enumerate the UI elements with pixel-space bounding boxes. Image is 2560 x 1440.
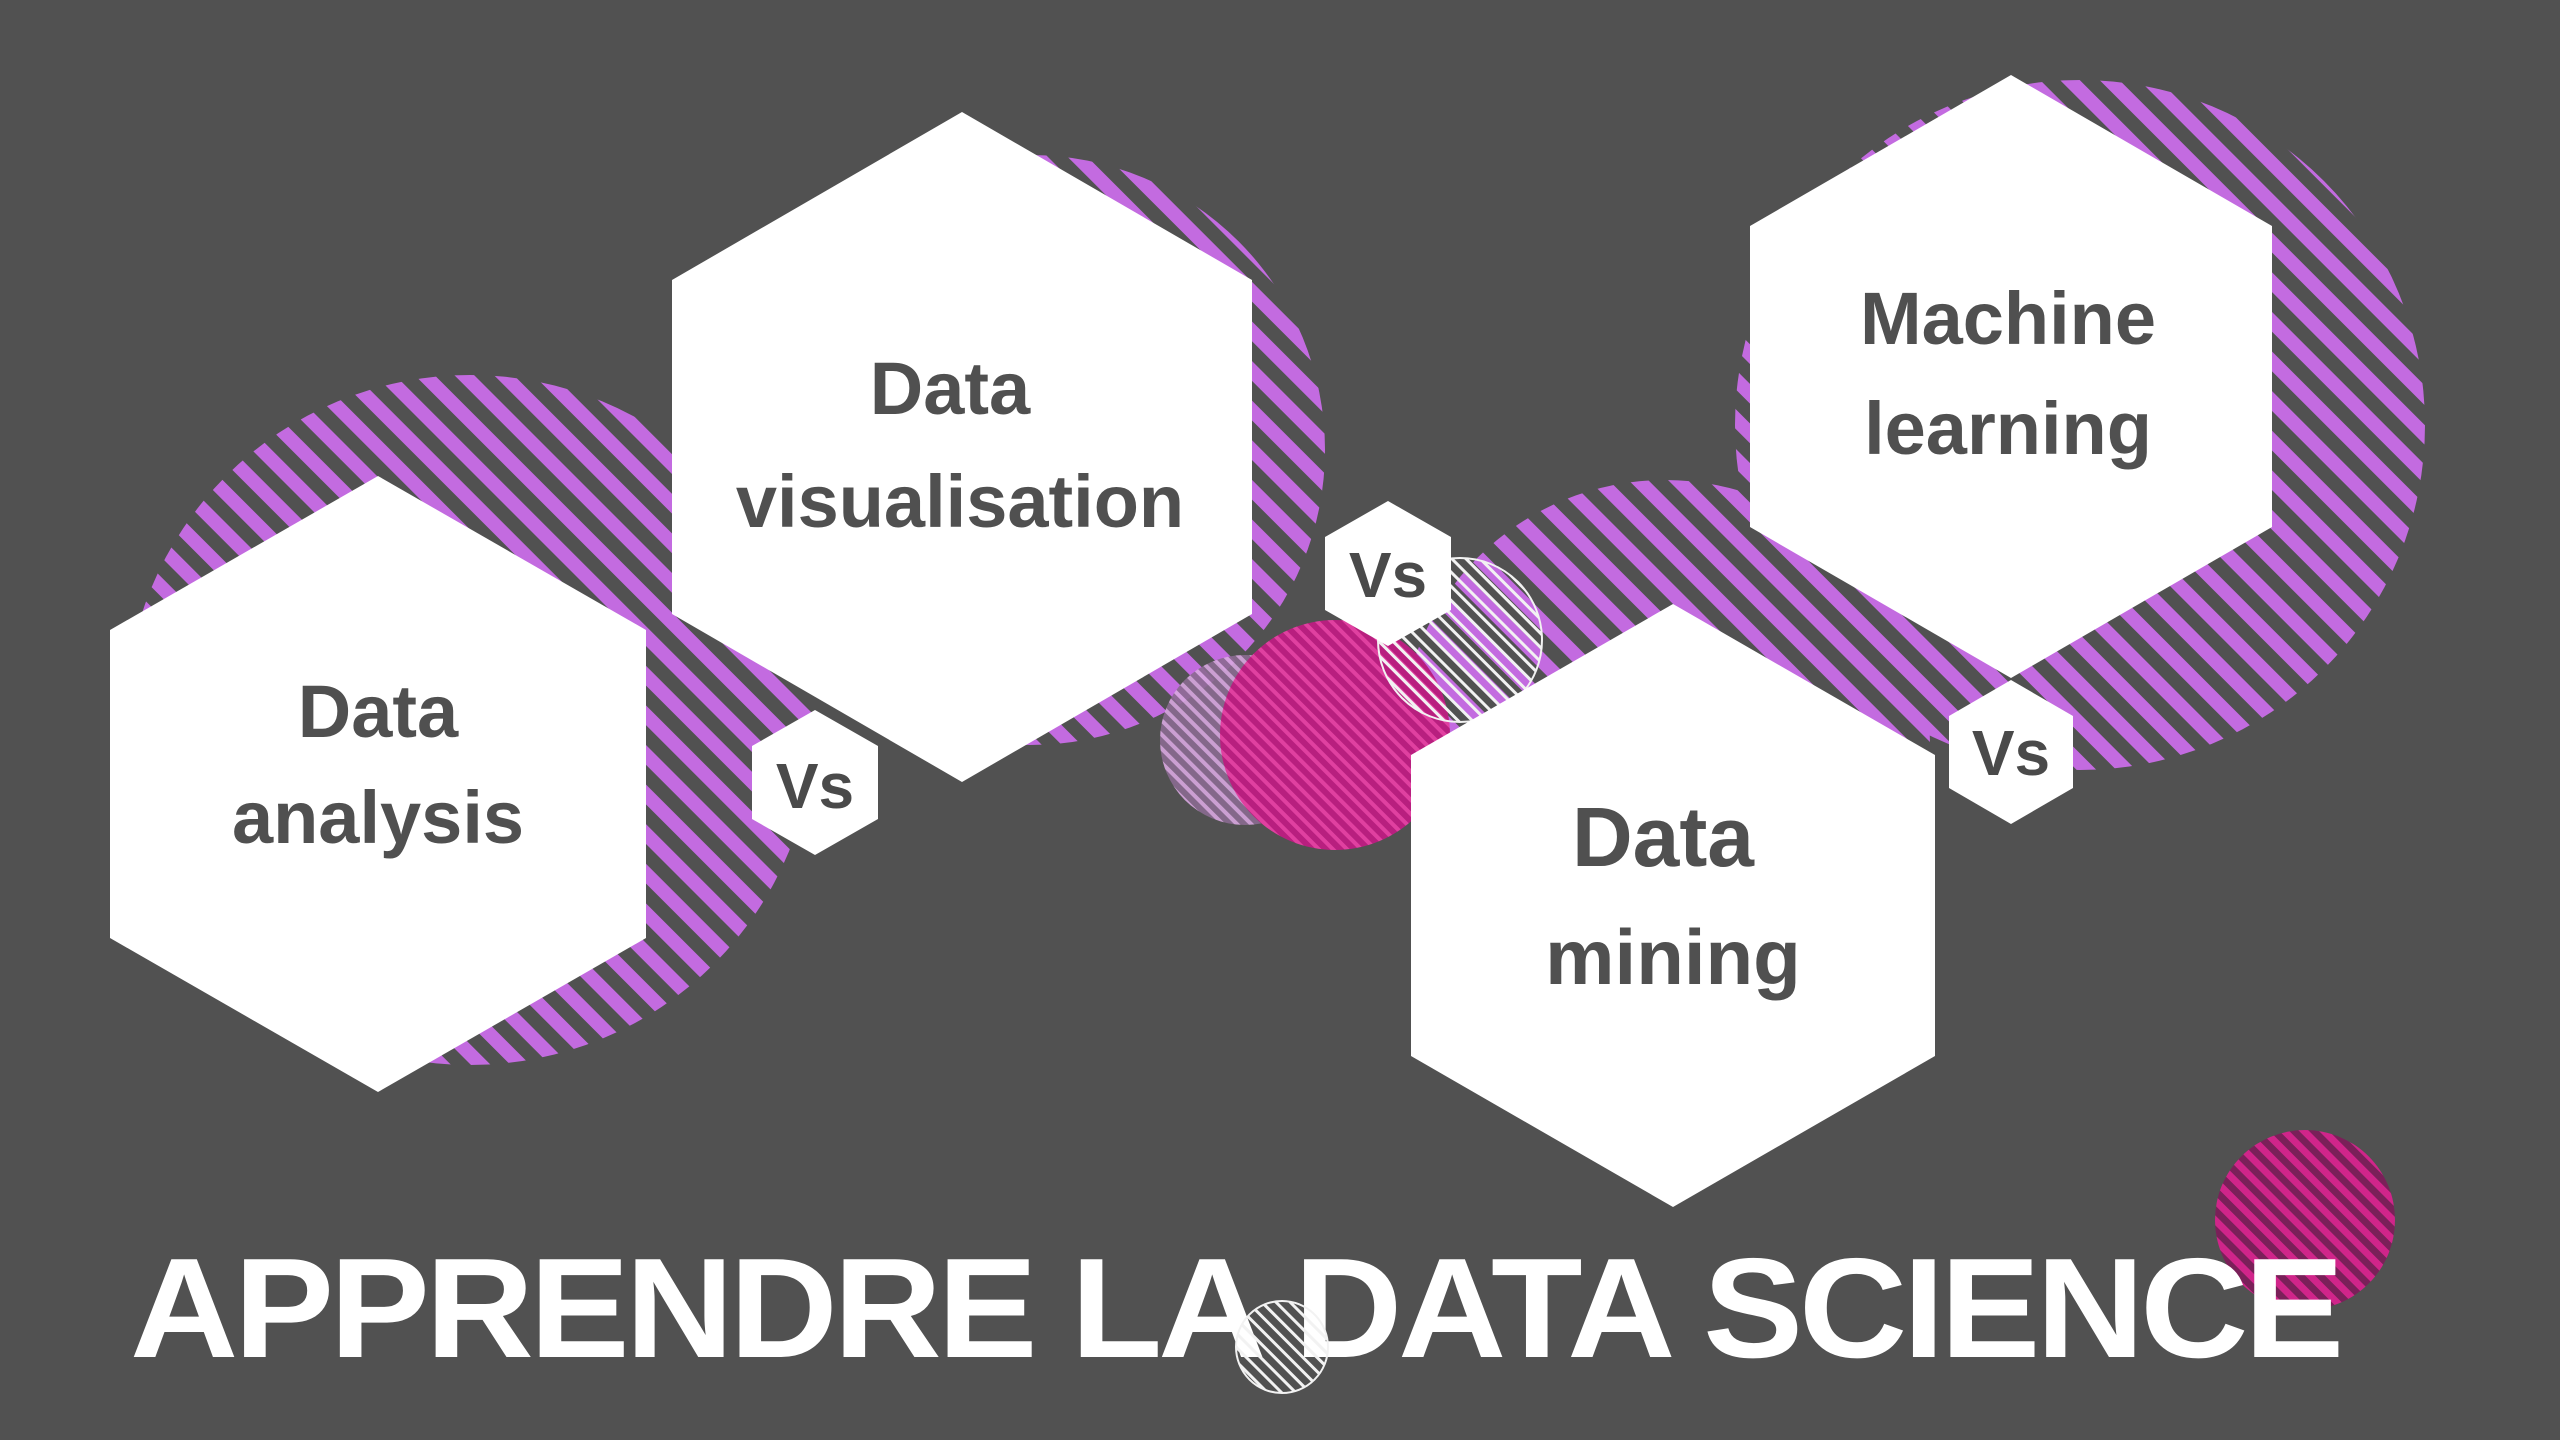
hexagon-label-line2: mining <box>1545 913 1801 1001</box>
white-circle-title <box>1235 1300 1329 1394</box>
hexagon-label-line2: learning <box>1864 387 2152 470</box>
vs-label: Vs <box>776 750 854 822</box>
hexagon-label-line1: Data <box>870 347 1031 430</box>
hexagon-label-line2: visualisation <box>736 460 1184 543</box>
vs-label: Vs <box>1972 717 2050 789</box>
hexagon-label-line1: Data <box>1572 790 1755 884</box>
hexagon-label-line2: analysis <box>232 776 524 859</box>
hexagon-label-line1: Data <box>298 670 459 753</box>
infographic-canvas: Data analysis Data visualisation Data mi… <box>110 75 2425 1394</box>
hexagon-label-line1: Machine <box>1860 277 2156 360</box>
page-title: APPRENDRE LA DATA SCIENCE <box>130 1229 2340 1388</box>
vs-label: Vs <box>1349 539 1427 611</box>
